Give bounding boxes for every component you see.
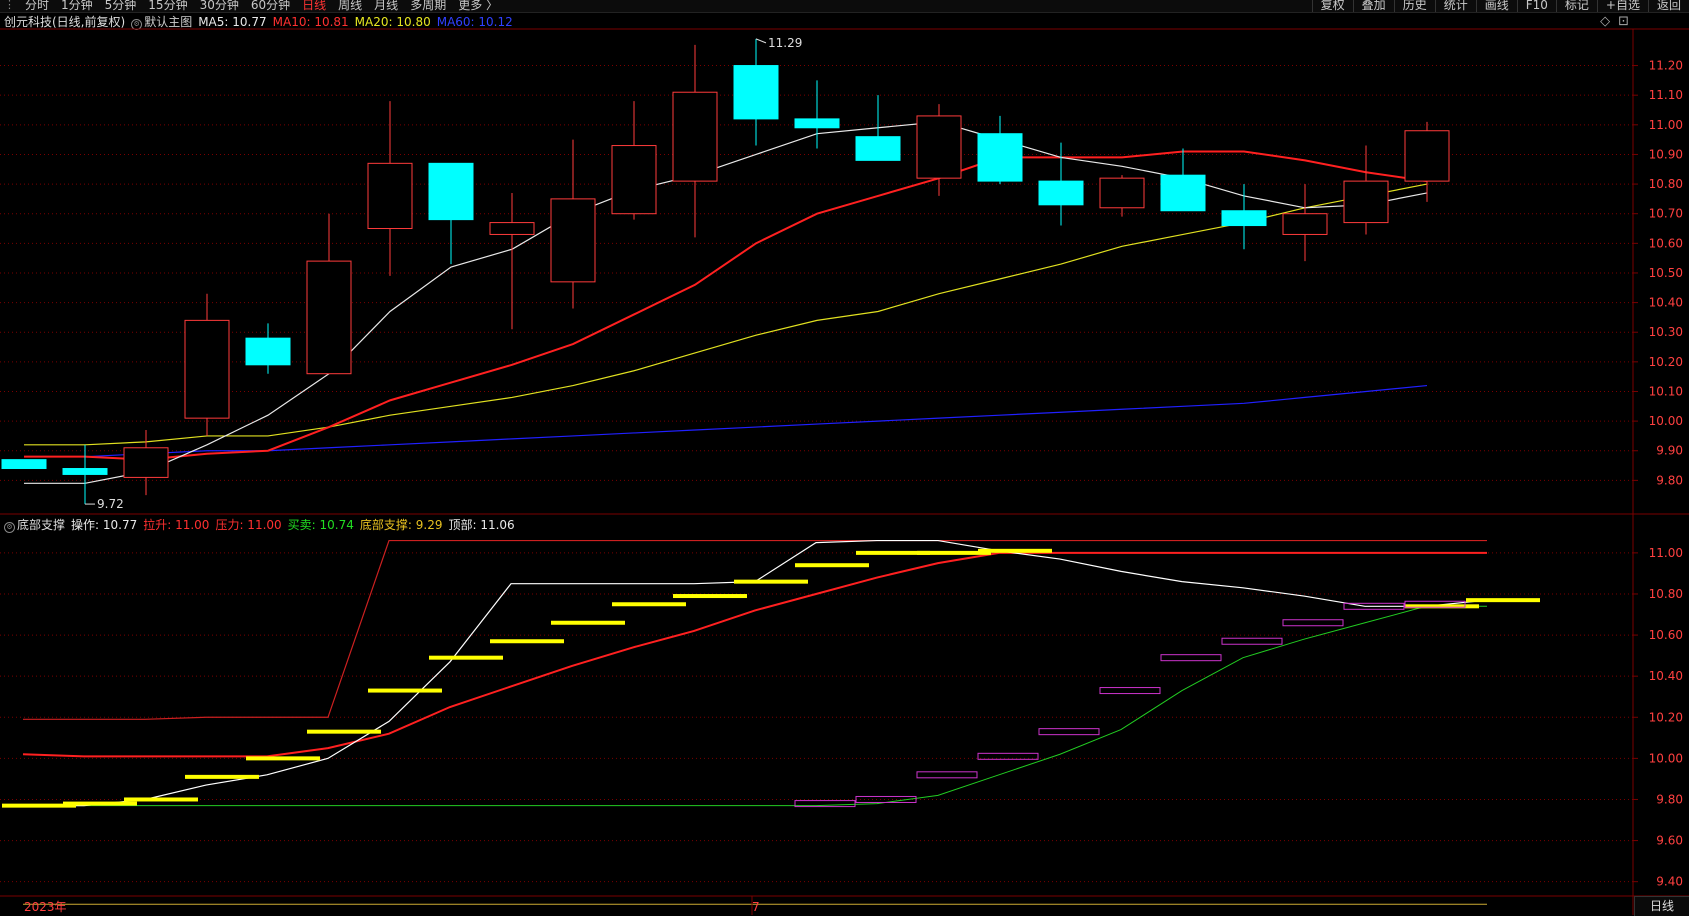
candle-body <box>428 162 474 221</box>
support-bar <box>734 579 808 584</box>
candle-body <box>1404 130 1450 182</box>
candle-body <box>367 162 413 230</box>
kline-chart[interactable]: 9.80 9.90 10.00 10.10 10.20 10.30 10.40 10.50 10… <box>0 0 1689 915</box>
candle-body <box>306 260 352 375</box>
support-bar <box>246 756 320 761</box>
support-bar <box>490 639 564 644</box>
ma10-line <box>24 150 1428 461</box>
y-tick-label: 9.80 <box>1656 792 1683 806</box>
support-bar <box>551 620 625 625</box>
support-bar <box>978 548 1052 553</box>
support-box <box>1099 687 1161 695</box>
candle-body <box>1343 180 1389 224</box>
annotation-label: 11.29 <box>768 36 802 50</box>
y-tick-label: 10.40 <box>1649 669 1683 683</box>
support-bar <box>612 602 686 607</box>
candle-body <box>123 447 169 478</box>
candle-body <box>855 136 901 161</box>
support-bar <box>1466 598 1540 603</box>
y-tick-label: 10.70 <box>1649 207 1683 221</box>
support-box <box>1038 728 1100 736</box>
y-tick-label: 9.90 <box>1656 444 1683 458</box>
support-bar <box>307 729 381 734</box>
candle-body <box>794 118 840 129</box>
candle-body <box>977 133 1023 182</box>
y-tick-label: 10.80 <box>1649 177 1683 191</box>
annotation-pointer <box>755 38 767 44</box>
candle-body <box>1282 213 1328 235</box>
annotation-label: 9.72 <box>97 497 124 511</box>
support-bar <box>63 801 137 806</box>
y-tick-label: 11.00 <box>1649 546 1683 560</box>
y-tick-label: 11.20 <box>1649 59 1683 73</box>
candle-body <box>1099 177 1145 209</box>
y-tick-label: 10.80 <box>1649 587 1683 601</box>
support-bar <box>795 563 869 568</box>
y-tick-label: 10.30 <box>1649 325 1683 339</box>
candle-body <box>733 65 779 120</box>
month-label: 7 <box>752 900 760 914</box>
y-tick-label: 10.60 <box>1649 628 1683 642</box>
candle-body <box>62 468 108 475</box>
y-tick-label: 9.40 <box>1656 875 1683 889</box>
candle-body <box>611 145 657 215</box>
y-tick-label: 9.60 <box>1656 834 1683 848</box>
yali-line <box>23 539 1487 720</box>
support-box <box>1160 654 1222 662</box>
y-tick-label: 11.10 <box>1649 88 1683 102</box>
y-tick-label: 10.20 <box>1649 710 1683 724</box>
y-tick-label: 10.40 <box>1649 296 1683 310</box>
candle-body <box>184 319 230 419</box>
support-bar <box>124 797 198 802</box>
y-tick-label: 11.00 <box>1649 118 1683 132</box>
y-tick-label: 10.60 <box>1649 236 1683 250</box>
support-bar <box>673 594 747 599</box>
candle-body <box>916 115 962 179</box>
candle-body <box>1038 180 1084 206</box>
ma20-line <box>24 183 1428 446</box>
y-tick-label: 10.00 <box>1649 414 1683 428</box>
support-bar <box>185 774 259 779</box>
support-bar <box>368 688 442 693</box>
support-bar <box>429 655 503 660</box>
period-footer[interactable]: 日线 <box>1634 896 1689 916</box>
candle-body <box>1221 210 1267 227</box>
candle-body <box>1 459 47 470</box>
candle-body <box>1160 174 1206 212</box>
candle-body <box>489 222 535 235</box>
y-tick-label: 9.80 <box>1656 473 1683 487</box>
support-box <box>916 771 978 779</box>
y-tick-label: 10.90 <box>1649 147 1683 161</box>
candle-body <box>245 337 291 366</box>
year-label: 2023年 <box>24 900 67 914</box>
support-box <box>1221 637 1283 645</box>
y-tick-label: 10.00 <box>1649 751 1683 765</box>
support-box <box>1282 619 1344 627</box>
y-tick-label: 10.10 <box>1649 384 1683 398</box>
y-tick-label: 10.20 <box>1649 355 1683 369</box>
candle-body <box>550 198 596 283</box>
y-tick-label: 10.50 <box>1649 266 1683 280</box>
candle-body <box>672 91 718 182</box>
